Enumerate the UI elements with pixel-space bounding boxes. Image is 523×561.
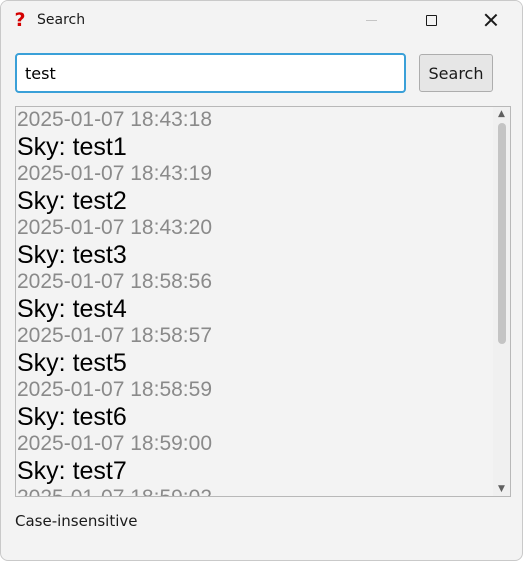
result-item[interactable]: 2025-01-07 18:43:19 Sky: test2 — [16, 161, 494, 215]
result-timestamp: 2025-01-07 18:59:02 — [16, 485, 494, 496]
results-list[interactable]: 2025-01-07 18:43:18 Sky: test1 2025-01-07 … — [15, 106, 511, 497]
result-item[interactable]: 2025-01-07 18:58:56 Sky: test4 — [16, 269, 494, 323]
search-window: ? Search Search 2025-01-07 18:43:18Sky: … — [0, 0, 523, 561]
result-item[interactable]: 2025-01-07 18:58:59 Sky: test6 — [16, 377, 494, 431]
title-bar[interactable]: ? Search — [1, 1, 522, 39]
result-message: Sky: test2 — [17, 187, 127, 215]
close-button[interactable] — [468, 1, 514, 39]
result-timestamp: 2025-01-07 18:58:59 — [17, 378, 212, 401]
case-sensitivity-note: Case-insensitive — [15, 512, 138, 530]
scroll-thumb[interactable] — [498, 123, 506, 344]
result-item[interactable]: 2025-01-07 18:43:20 Sky: test3 — [16, 215, 494, 269]
result-timestamp: 2025-01-07 18:58:56 — [17, 270, 212, 293]
result-message: Sky: test6 — [17, 403, 127, 431]
minimize-button[interactable] — [348, 1, 394, 39]
result-message: Sky: test1 — [17, 133, 127, 161]
result-item[interactable]: 2025-01-07 18:59:00 Sky: test7 — [16, 431, 494, 485]
result-message: Sky: test5 — [17, 349, 127, 377]
maximize-icon — [425, 14, 437, 26]
result-message: Sky: test4 — [17, 295, 127, 323]
result-timestamp: 2025-01-07 18:43:19 — [17, 162, 212, 185]
scroll-down-icon[interactable]: ▼ — [493, 482, 510, 496]
window-title: Search — [37, 12, 86, 28]
maximize-button[interactable] — [408, 1, 454, 39]
result-timestamp: 2025-01-07 18:59:00 — [17, 432, 212, 455]
results-scrollbar[interactable]: ▲ ▼ — [493, 107, 510, 496]
result-timestamp: 2025-01-07 18:43:20 — [17, 216, 212, 239]
close-icon — [484, 13, 498, 27]
result-timestamp: 2025-01-07 18:58:57 — [17, 324, 212, 347]
scroll-up-icon[interactable]: ▲ — [493, 107, 510, 121]
results-items[interactable]: 2025-01-07 18:43:18 Sky: test1 2025-01-07 … — [16, 107, 494, 496]
result-timestamp: 2025-01-07 18:43:18 — [17, 108, 212, 131]
result-item[interactable]: 2025-01-07 18:59:02 — [16, 485, 494, 496]
result-message: Sky: test7 — [17, 457, 127, 485]
result-item[interactable]: 2025-01-07 18:43:18 Sky: test1 — [16, 107, 494, 161]
question-mark-icon: ? — [14, 9, 26, 31]
result-message: Sky: test3 — [17, 241, 127, 269]
result-item[interactable]: 2025-01-07 18:58:57 Sky: test5 — [16, 323, 494, 377]
search-button[interactable]: Search — [419, 54, 493, 92]
minimize-icon — [365, 19, 377, 21]
search-input[interactable] — [15, 53, 406, 93]
